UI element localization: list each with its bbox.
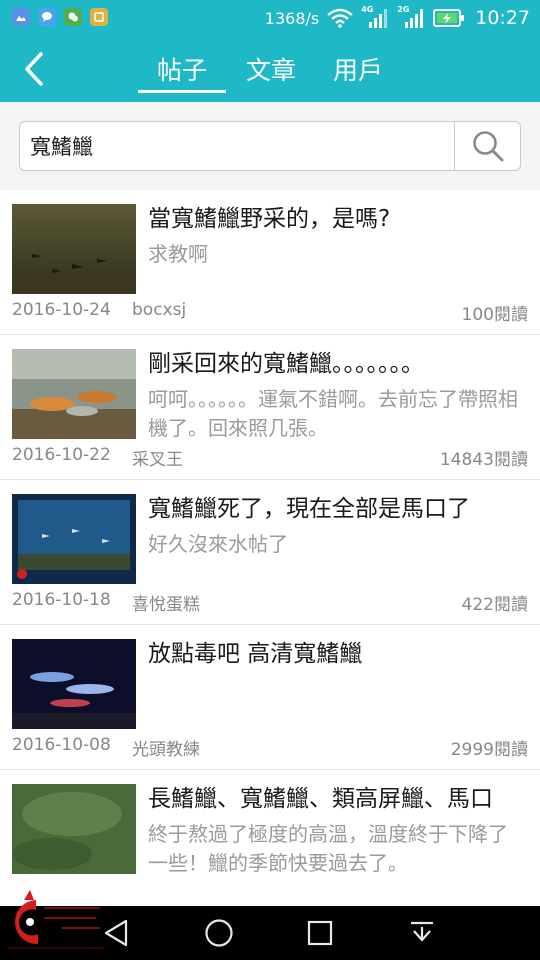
post-view-count: 422閱讀 [461, 595, 528, 615]
nav-recents-button[interactable] [290, 906, 350, 960]
status-app-icons [12, 8, 108, 26]
search-area [0, 102, 540, 190]
nav-recents-icon [307, 920, 333, 946]
post-title: 當寬鰭鱲野采的，是嗎? [148, 206, 391, 232]
post-thumbnail [12, 349, 136, 439]
clock: 10:27 [475, 7, 530, 29]
signal-strength-4g-icon: 4G [361, 5, 389, 29]
post-excerpt: 求教啊 [148, 242, 208, 266]
post-title: 剛采回來的寬鰭鱲。。。。。。。 [148, 351, 424, 377]
signal-strength-2g-icon: 2G [397, 5, 425, 29]
search-input[interactable] [30, 122, 450, 170]
post-author: bocxsj [132, 300, 187, 320]
post-meta: 2016-10-24 bocxsj 100閱讀 [12, 300, 528, 326]
network-speed: 1368/s [264, 8, 320, 28]
post-thumbnail [12, 204, 136, 294]
search-category-tabs: 帖子 文章 用戶 [138, 36, 400, 102]
search-button[interactable] [454, 122, 520, 170]
post-date: 2016-10-18 [12, 590, 111, 610]
app-header: 帖子 文章 用戶 [0, 36, 540, 102]
nav-home-icon [205, 919, 233, 947]
search-box [19, 121, 521, 171]
post-date: 2016-10-24 [12, 300, 111, 320]
wifi-icon [327, 8, 354, 28]
post-excerpt: 終于熬過了極度的高溫，溫度終于下降了一些！鱲的季節快要過去了。 [148, 822, 508, 875]
photo-app-icon [12, 8, 30, 26]
tab-articles[interactable]: 文章 [226, 36, 316, 102]
post-view-count: 2999閱讀 [450, 740, 528, 760]
post-meta: 2016-10-22 采叉王 14843閱讀 [12, 445, 528, 471]
post-view-count: 14843閱讀 [439, 450, 528, 470]
post-date: 2016-10-22 [12, 445, 111, 465]
wechat-app-icon [64, 8, 82, 26]
post-date: 2016-10-08 [12, 735, 111, 755]
message-app-icon [38, 8, 56, 26]
post-item[interactable]: 當寬鰭鱲野采的，是嗎? 求教啊 2016-10-24 bocxsj 100閱讀 [0, 190, 540, 335]
gallery-app-icon [90, 8, 108, 26]
post-author: 采叉王 [132, 450, 183, 470]
post-item[interactable]: 長鰭鱲、寬鰭鱲、類高屏鱲、馬口 終于熬過了極度的高溫，溫度終于下降了一些！鱲的季… [0, 770, 540, 906]
post-excerpt: 好久沒來水帖了 [148, 532, 288, 556]
post-title: 寬鰭鱲死了，現在全部是馬口了 [148, 496, 470, 522]
post-item[interactable]: 剛采回來的寬鰭鱲。。。。。。。 呵呵。。。。。。運氣不錯啊。去前忘了帶照相機了。… [0, 335, 540, 480]
forum-watermark-logo [4, 888, 108, 956]
post-list: 當寬鰭鱲野采的，是嗎? 求教啊 2016-10-24 bocxsj 100閱讀 … [0, 190, 540, 906]
post-author: 喜悅蛋糕 [132, 595, 200, 615]
post-meta: 2016-10-08 光頭教練 2999閱讀 [12, 735, 528, 761]
status-bar: 1368/s 4G 2G 10:27 [0, 0, 540, 36]
battery-charging-icon [433, 9, 465, 27]
nav-pulldown-button[interactable] [392, 906, 452, 960]
back-button[interactable] [16, 50, 52, 88]
tab-posts[interactable]: 帖子 [138, 36, 226, 102]
post-thumbnail [12, 639, 136, 729]
post-meta: 2016-10-18 喜悅蛋糕 422閱讀 [12, 590, 528, 616]
nav-pulldown-icon [411, 921, 433, 942]
nav-home-button[interactable] [189, 906, 249, 960]
post-thumbnail [12, 494, 136, 584]
post-title: 放點毒吧 高清寬鰭鱲 [148, 641, 363, 667]
post-item[interactable]: 寬鰭鱲死了，現在全部是馬口了 好久沒來水帖了 2016-10-18 喜悅蛋糕 4… [0, 480, 540, 625]
post-item[interactable]: 放點毒吧 高清寬鰭鱲 2016-10-08 光頭教練 2999閱讀 [0, 625, 540, 770]
post-excerpt: 呵呵。。。。。。運氣不錯啊。去前忘了帶照相機了。回來照几張。 [148, 387, 518, 440]
tab-users[interactable]: 用戶 [316, 36, 400, 102]
post-thumbnail [12, 784, 136, 874]
post-author: 光頭教練 [132, 740, 200, 760]
chevron-left-icon [25, 52, 43, 86]
search-icon [472, 131, 503, 162]
post-view-count: 100閱讀 [461, 305, 528, 325]
post-title: 長鰭鱲、寬鰭鱲、類高屏鱲、馬口 [148, 786, 493, 812]
